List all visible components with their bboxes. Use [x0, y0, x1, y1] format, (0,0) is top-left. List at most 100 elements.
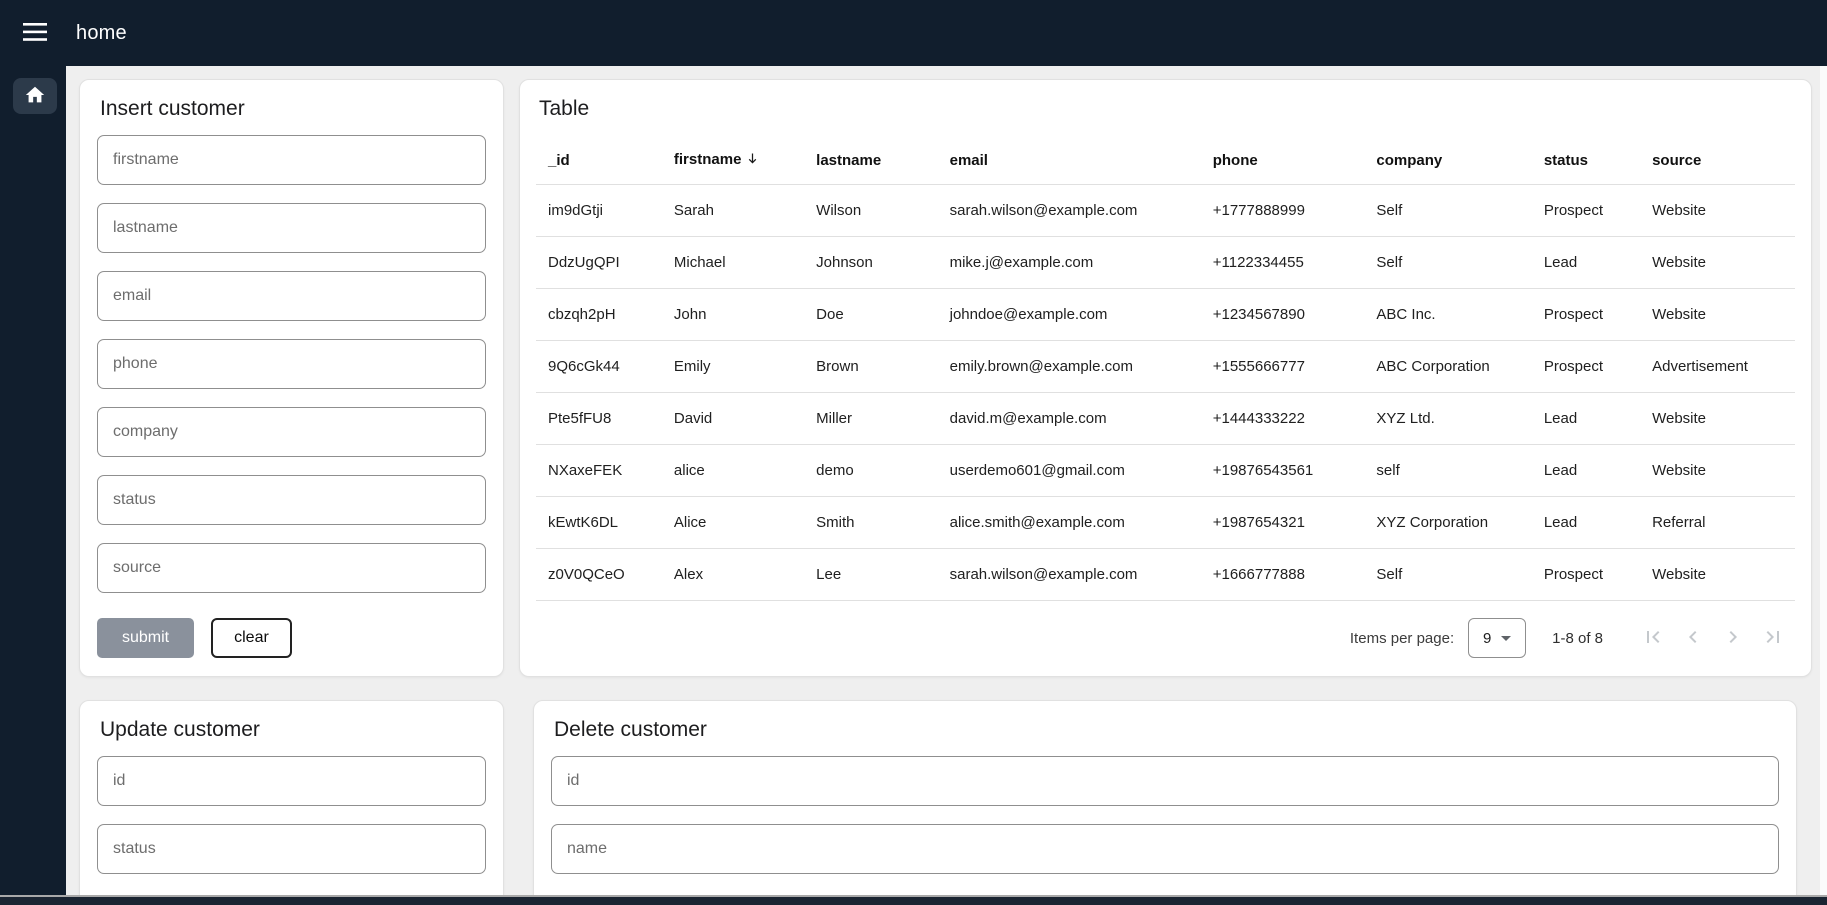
cell-phone: +1666777888 — [1201, 549, 1365, 601]
cell-email: sarah.wilson@example.com — [938, 185, 1201, 237]
insert-submit-button[interactable]: submit — [97, 618, 194, 658]
cell-source: Website — [1640, 445, 1795, 497]
cell-company: XYZ Corporation — [1364, 497, 1531, 549]
page-size-select[interactable]: 9 — [1468, 618, 1526, 658]
cell-email: sarah.wilson@example.com — [938, 549, 1201, 601]
cell-status: Prospect — [1532, 185, 1640, 237]
source-field[interactable] — [97, 543, 486, 593]
last-page-icon — [1761, 625, 1785, 652]
cell-company: ABC Corporation — [1364, 341, 1531, 393]
cell-phone: +19876543561 — [1201, 445, 1365, 497]
sidebar — [0, 66, 66, 905]
window-bottom-edge — [0, 895, 1827, 905]
insert-clear-button[interactable]: clear — [211, 618, 292, 658]
column-header-id[interactable]: _id — [536, 135, 662, 185]
phone-field[interactable] — [97, 339, 486, 389]
cell-firstname: Alex — [662, 549, 804, 601]
cell-id: 9Q6cGk44 — [536, 341, 662, 393]
next-page-button[interactable] — [1713, 618, 1753, 658]
cell-email: alice.smith@example.com — [938, 497, 1201, 549]
cell-phone: +1987654321 — [1201, 497, 1365, 549]
firstname-field[interactable] — [97, 135, 486, 185]
cell-company: Self — [1364, 237, 1531, 289]
cell-company: ABC Inc. — [1364, 289, 1531, 341]
cell-company: self — [1364, 445, 1531, 497]
insert-button-row: submit clear — [97, 618, 486, 658]
cell-lastname: Doe — [804, 289, 937, 341]
page-range-label: 1-8 of 8 — [1552, 630, 1603, 647]
menu-button[interactable] — [12, 10, 58, 56]
cell-status: Prospect — [1532, 341, 1640, 393]
column-header-lastname[interactable]: lastname — [804, 135, 937, 185]
column-header-status[interactable]: status — [1532, 135, 1640, 185]
cell-firstname: John — [662, 289, 804, 341]
hamburger-icon — [23, 23, 47, 44]
previous-page-button[interactable] — [1673, 618, 1713, 658]
delete-id-field[interactable] — [551, 756, 1779, 806]
cell-source: Website — [1640, 237, 1795, 289]
cell-lastname: Miller — [804, 393, 937, 445]
cell-id: DdzUgQPI — [536, 237, 662, 289]
sort-desc-icon — [745, 153, 760, 170]
column-header-firstname[interactable]: firstname — [662, 135, 804, 185]
table-row: NXaxeFEK alice demo userdemo601@gmail.co… — [536, 445, 1795, 497]
column-header-company[interactable]: company — [1364, 135, 1531, 185]
cell-status: Prospect — [1532, 549, 1640, 601]
home-icon — [24, 84, 46, 109]
cell-firstname: Michael — [662, 237, 804, 289]
cell-id: z0V0QCeO — [536, 549, 662, 601]
update-card-title: Update customer — [100, 718, 483, 742]
table-row: Pte5fFU8 David Miller david.m@example.co… — [536, 393, 1795, 445]
insert-card-title: Insert customer — [100, 97, 483, 121]
cell-phone: +1122334455 — [1201, 237, 1365, 289]
table-row: DdzUgQPI Michael Johnson mike.j@example.… — [536, 237, 1795, 289]
cell-firstname: David — [662, 393, 804, 445]
cell-source: Referral — [1640, 497, 1795, 549]
table-row: z0V0QCeO Alex Lee sarah.wilson@example.c… — [536, 549, 1795, 601]
cell-phone: +1444333222 — [1201, 393, 1365, 445]
cell-email: userdemo601@gmail.com — [938, 445, 1201, 497]
column-header-email[interactable]: email — [938, 135, 1201, 185]
cell-status: Lead — [1532, 497, 1640, 549]
update-id-field[interactable] — [97, 756, 486, 806]
sidebar-item-home[interactable] — [13, 78, 57, 114]
scrollbar[interactable] — [1820, 66, 1827, 897]
last-page-button[interactable] — [1753, 618, 1793, 658]
cell-company: XYZ Ltd. — [1364, 393, 1531, 445]
table-row: kEwtK6DL Alice Smith alice.smith@example… — [536, 497, 1795, 549]
cell-id: NXaxeFEK — [536, 445, 662, 497]
cell-phone: +1555666777 — [1201, 341, 1365, 393]
cell-source: Website — [1640, 549, 1795, 601]
delete-name-field[interactable] — [551, 824, 1779, 874]
cell-firstname: Sarah — [662, 185, 804, 237]
column-header-source[interactable]: source — [1640, 135, 1795, 185]
column-header-phone[interactable]: phone — [1201, 135, 1365, 185]
status-field[interactable] — [97, 475, 486, 525]
cell-source: Website — [1640, 185, 1795, 237]
cell-source: Website — [1640, 289, 1795, 341]
table-row: 9Q6cGk44 Emily Brown emily.brown@example… — [536, 341, 1795, 393]
chevron-left-icon — [1681, 625, 1705, 652]
cell-email: emily.brown@example.com — [938, 341, 1201, 393]
update-customer-card: Update customer submit clear — [79, 700, 504, 905]
cell-phone: +1234567890 — [1201, 289, 1365, 341]
cell-firstname: Alice — [662, 497, 804, 549]
cell-id: im9dGtji — [536, 185, 662, 237]
cell-id: Pte5fFU8 — [536, 393, 662, 445]
lastname-field[interactable] — [97, 203, 486, 253]
cell-lastname: Johnson — [804, 237, 937, 289]
cell-lastname: Lee — [804, 549, 937, 601]
table-card: Table _id firstname lastname email phone… — [519, 79, 1812, 677]
table-body: im9dGtji Sarah Wilson sarah.wilson@examp… — [536, 185, 1795, 601]
cell-status: Lead — [1532, 393, 1640, 445]
table-header-row: _id firstname lastname email phone compa… — [536, 135, 1795, 185]
cell-status: Lead — [1532, 445, 1640, 497]
first-page-button[interactable] — [1633, 618, 1673, 658]
company-field[interactable] — [97, 407, 486, 457]
update-status-field[interactable] — [97, 824, 486, 874]
insert-customer-card: Insert customer submit clear — [79, 79, 504, 677]
cell-source: Website — [1640, 393, 1795, 445]
cell-lastname: demo — [804, 445, 937, 497]
email-field[interactable] — [97, 271, 486, 321]
topbar: home — [0, 0, 1827, 66]
